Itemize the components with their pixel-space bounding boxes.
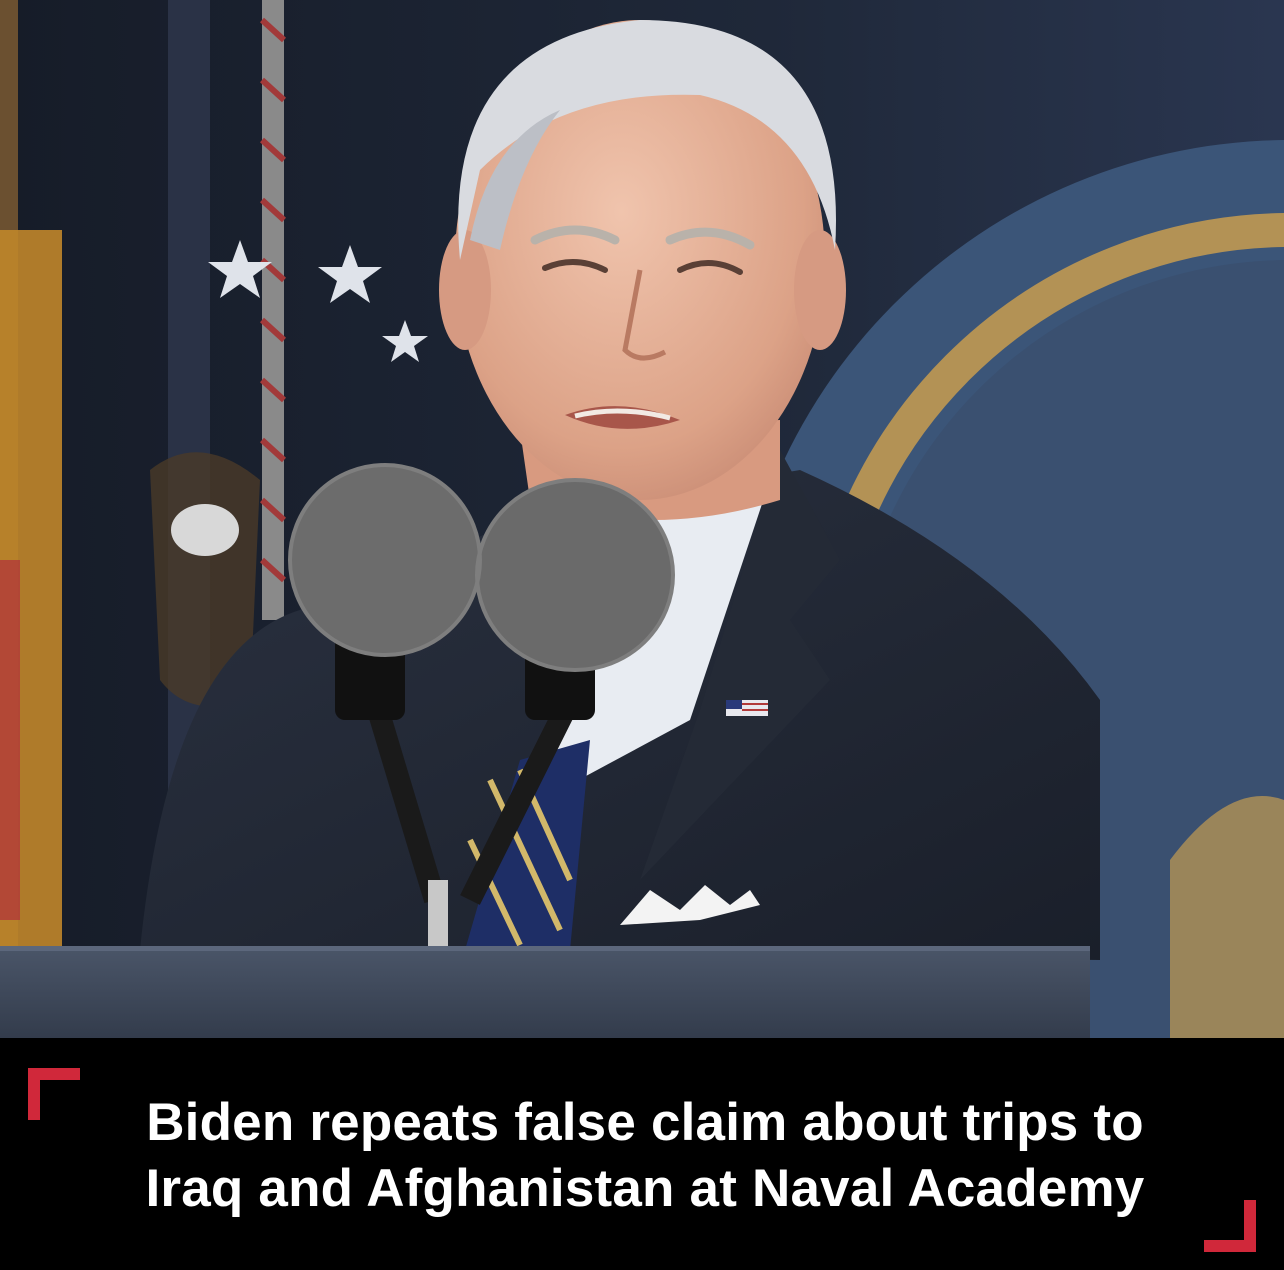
headline-line-1: Biden repeats false claim about trips to xyxy=(146,1093,1144,1152)
news-photo xyxy=(0,0,1284,1038)
corner-bracket-icon xyxy=(28,1068,80,1120)
corner-bracket-icon xyxy=(1204,1200,1256,1252)
headline-line-2: Iraq and Afghanistan at Naval Academy xyxy=(145,1159,1145,1218)
headline: Biden repeats false claim about trips to… xyxy=(100,1090,1190,1222)
news-card: Biden repeats false claim about trips to… xyxy=(0,0,1284,1270)
speaker-at-podium-illustration xyxy=(0,0,1284,1038)
